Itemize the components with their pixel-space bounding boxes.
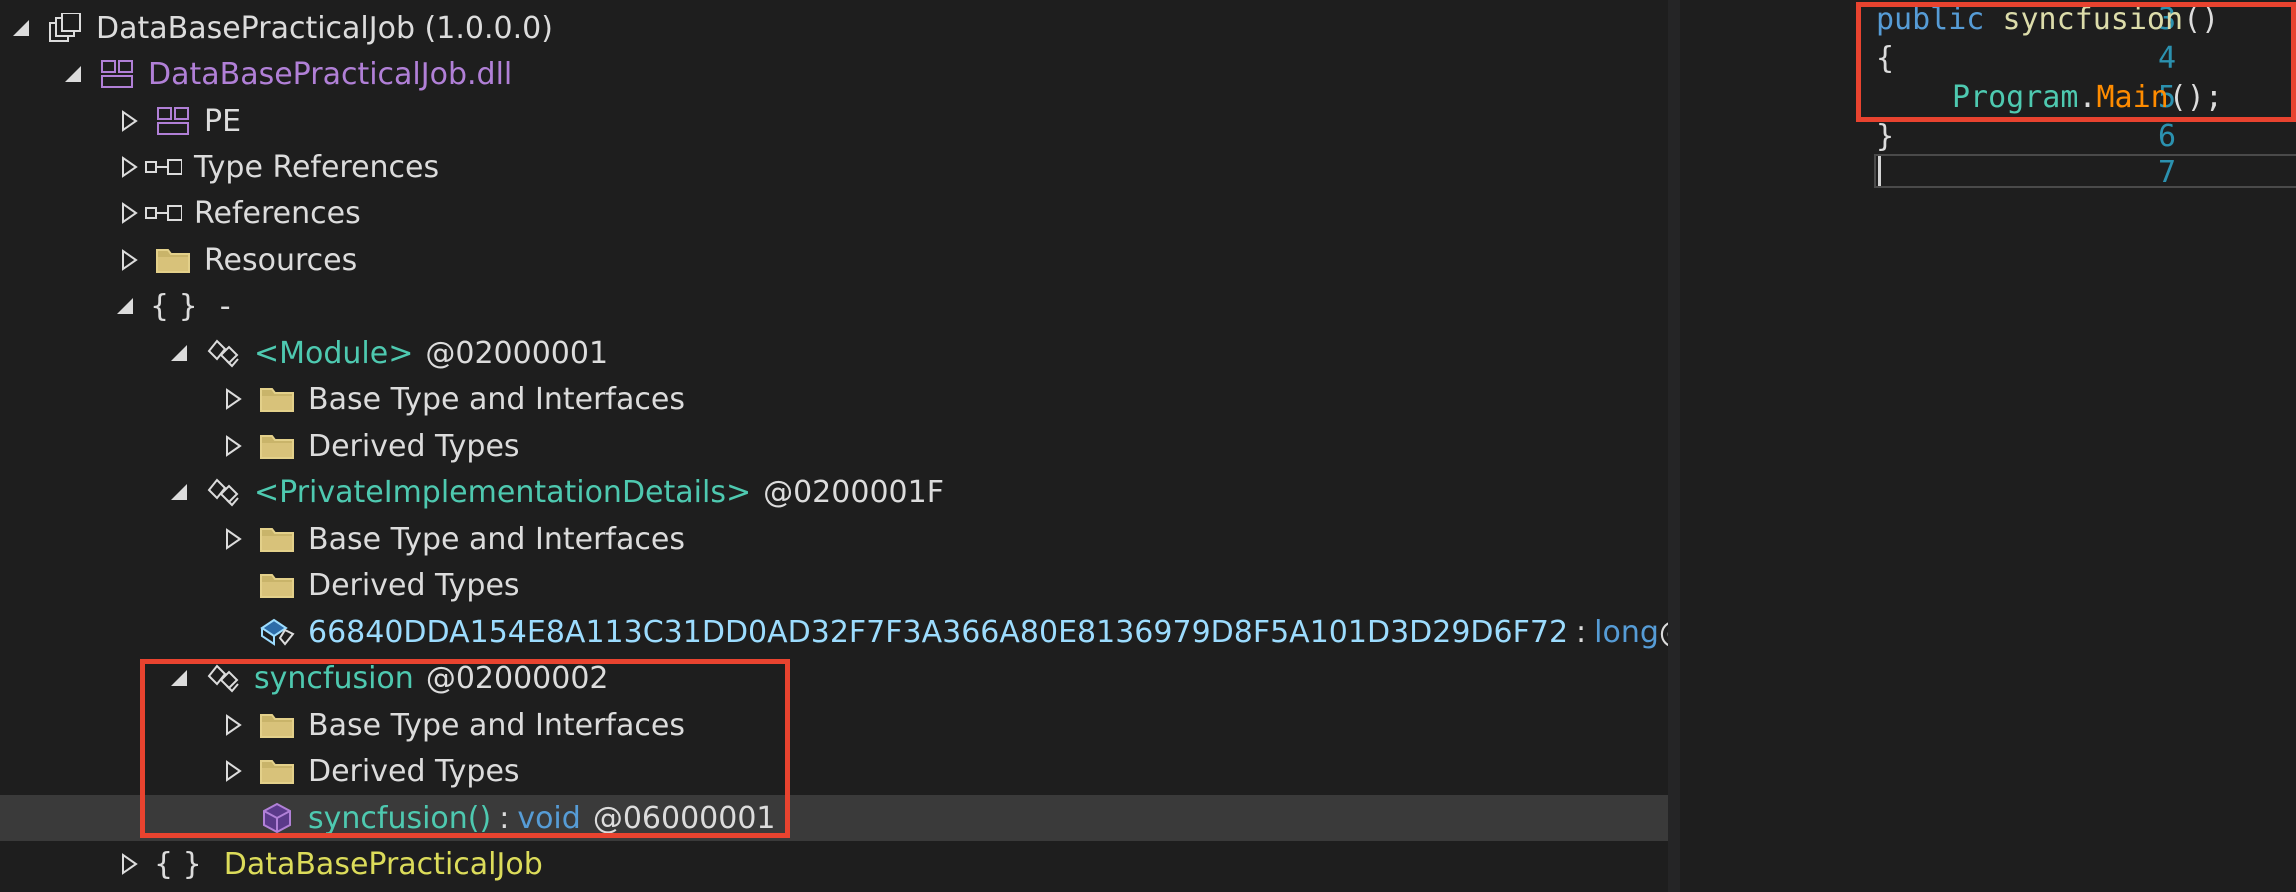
folder-icon	[258, 569, 296, 601]
namespace-empty-label: -	[219, 288, 231, 324]
collapsed-arrow-icon[interactable]	[114, 152, 144, 182]
type-references-label: Type References	[194, 149, 440, 185]
reference-icon	[144, 151, 182, 183]
pe-label: PE	[204, 103, 242, 139]
pane-splitter[interactable]	[1668, 0, 1680, 892]
code-editor[interactable]: 3 4 5 6 7 public syncfusion() { Program.…	[1732, 0, 2296, 892]
tree-node-module-type[interactable]: <Module> @02000001	[0, 330, 1668, 376]
tree-node-pe[interactable]: PE	[0, 98, 1668, 144]
collapsed-arrow-icon[interactable]	[218, 384, 248, 414]
editor-gutter	[1680, 0, 1732, 892]
collapsed-arrow-icon[interactable]	[114, 849, 144, 879]
field-icon	[258, 616, 296, 648]
derived-types-label: Derived Types	[308, 428, 520, 464]
folder-icon	[258, 383, 296, 415]
current-line-indicator	[1874, 154, 2296, 188]
namespace-braces-icon: { }	[154, 846, 202, 882]
module-type-name: <Module>	[254, 335, 414, 371]
tree-node-module-derived-types[interactable]: Derived Types	[0, 423, 1668, 469]
tree-node-pid-derived-types[interactable]: Derived Types	[0, 562, 1668, 608]
resources-label: Resources	[204, 242, 358, 278]
derived-types-label: Derived Types	[308, 567, 520, 603]
tree-node-assembly[interactable]: DataBasePracticalJob (1.0.0.0)	[0, 5, 1668, 51]
collapsed-arrow-icon[interactable]	[114, 245, 144, 275]
pid-type-token: @0200001F	[763, 474, 944, 510]
expanded-arrow-icon[interactable]	[164, 338, 194, 368]
folder-icon	[258, 430, 296, 462]
assembly-explorer-tree: DataBasePracticalJob (1.0.0.0) DataBaseP…	[0, 0, 1668, 892]
reference-icon	[144, 197, 182, 229]
expanded-arrow-icon[interactable]	[110, 291, 140, 321]
namespace-main-label: DataBasePracticalJob	[223, 846, 543, 882]
tree-node-module[interactable]: DataBasePracticalJob.dll	[0, 51, 1668, 97]
line-number: 6	[2157, 119, 2176, 154]
expanded-arrow-icon[interactable]	[164, 477, 194, 507]
collapsed-arrow-icon[interactable]	[114, 106, 144, 136]
collapsed-arrow-icon[interactable]	[114, 198, 144, 228]
references-label: References	[194, 195, 361, 231]
code-line-6: }	[1876, 119, 1895, 154]
pid-type-name: <PrivateImplementationDetails>	[254, 474, 752, 510]
module-type-token: @02000001	[425, 335, 609, 371]
tree-node-resources[interactable]: Resources	[0, 237, 1668, 283]
field-name: 66840DDA154E8A113C31DD0AD32F7F3A366A80E8…	[308, 614, 1569, 650]
folder-icon	[154, 244, 192, 276]
base-types-label: Base Type and Interfaces	[308, 521, 685, 557]
namespace-braces-icon: { }	[150, 288, 198, 324]
tree-node-namespace-main[interactable]: { } DataBasePracticalJob	[0, 841, 1668, 887]
field-type: long	[1594, 614, 1659, 650]
field-separator: :	[1576, 614, 1587, 650]
class-icon	[204, 337, 242, 369]
assembly-label: DataBasePracticalJob (1.0.0.0)	[96, 10, 553, 46]
tree-node-references[interactable]: References	[0, 190, 1668, 236]
assembly-icon	[46, 12, 84, 44]
collapsed-arrow-icon[interactable]	[218, 431, 248, 461]
tree-node-module-base-types[interactable]: Base Type and Interfaces	[0, 376, 1668, 422]
tree-node-pid-type[interactable]: <PrivateImplementationDetails> @0200001F	[0, 469, 1668, 515]
text-caret	[1878, 156, 1881, 186]
expanded-arrow-icon[interactable]	[6, 13, 36, 43]
field-token: @04000	[1659, 615, 1668, 650]
module-icon	[98, 58, 136, 90]
folder-icon	[258, 523, 296, 555]
tree-node-pid-base-types[interactable]: Base Type and Interfaces	[0, 516, 1668, 562]
annotation-highlight-box	[1856, 2, 2296, 122]
pe-icon	[154, 105, 192, 137]
base-types-label: Base Type and Interfaces	[308, 381, 685, 417]
collapsed-arrow-icon[interactable]	[218, 524, 248, 554]
module-label: DataBasePracticalJob.dll	[148, 56, 513, 92]
tree-node-namespace-empty[interactable]: { } -	[0, 283, 1668, 329]
tree-node-pid-field[interactable]: 66840DDA154E8A113C31DD0AD32F7F3A366A80E8…	[0, 609, 1668, 655]
expanded-arrow-icon[interactable]	[58, 59, 88, 89]
annotation-highlight-box	[140, 659, 790, 838]
class-icon	[204, 476, 242, 508]
tree-node-type-references[interactable]: Type References	[0, 144, 1668, 190]
